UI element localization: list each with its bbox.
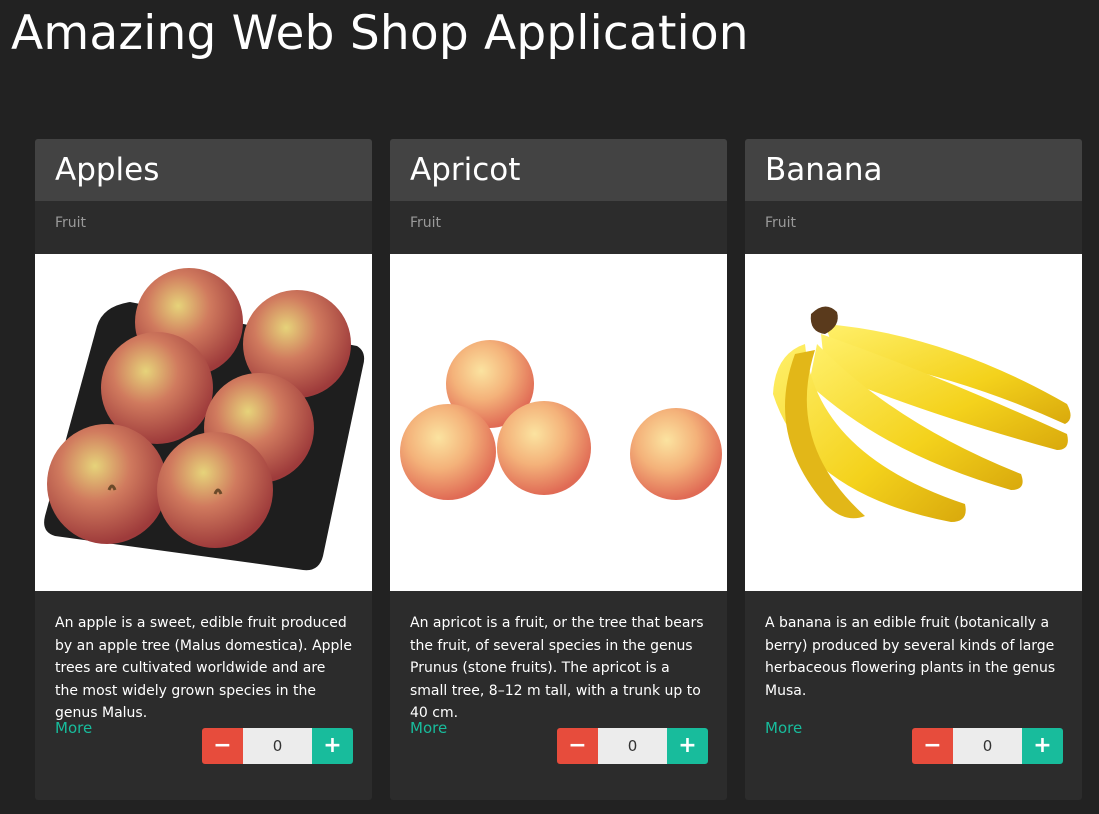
increase-quantity-button[interactable]: + [1022,728,1063,764]
minus-icon: − [568,733,587,758]
plus-icon: + [323,733,342,758]
product-description: An apricot is a fruit, or the tree that … [410,615,704,721]
increase-quantity-button[interactable]: + [312,728,353,764]
product-image-apricot [390,254,727,591]
product-card-apples: Apples Fruit An apple is a sweet, edible… [35,139,372,800]
product-category: Fruit [55,215,87,231]
product-category: Fruit [410,215,442,231]
product-name: Banana [765,152,883,188]
product-name: Apricot [410,152,521,188]
product-name: Apples [55,152,160,188]
quantity-stepper: − + [912,728,1063,764]
quantity-input[interactable] [243,728,312,764]
product-image-apples [35,254,372,591]
product-category: Fruit [765,215,797,231]
card-header: Banana [745,139,1082,201]
quantity-input[interactable] [953,728,1022,764]
decrease-quantity-button[interactable]: − [557,728,598,764]
more-link[interactable]: More [55,719,92,737]
card-header: Apples [35,139,372,201]
decrease-quantity-button[interactable]: − [202,728,243,764]
more-link[interactable]: More [765,719,802,737]
plus-icon: + [678,733,697,758]
page-title: Amazing Web Shop Application [11,6,749,61]
more-link[interactable]: More [410,719,447,737]
minus-icon: − [213,733,232,758]
plus-icon: + [1033,733,1052,758]
product-description: An apple is a sweet, edible fruit produc… [55,615,352,721]
product-list: Apples Fruit An apple is a sweet, edible… [35,139,1082,800]
card-header: Apricot [390,139,727,201]
quantity-input[interactable] [598,728,667,764]
product-image-banana [745,254,1082,591]
decrease-quantity-button[interactable]: − [912,728,953,764]
product-card-apricot: Apricot Fruit An apricot is a fruit, or … [390,139,727,800]
product-card-banana: Banana Fruit A banana is an edible fruit… [745,139,1082,800]
increase-quantity-button[interactable]: + [667,728,708,764]
quantity-stepper: − + [557,728,708,764]
product-description: A banana is an edible fruit (botanically… [765,615,1056,699]
minus-icon: − [923,733,942,758]
quantity-stepper: − + [202,728,353,764]
